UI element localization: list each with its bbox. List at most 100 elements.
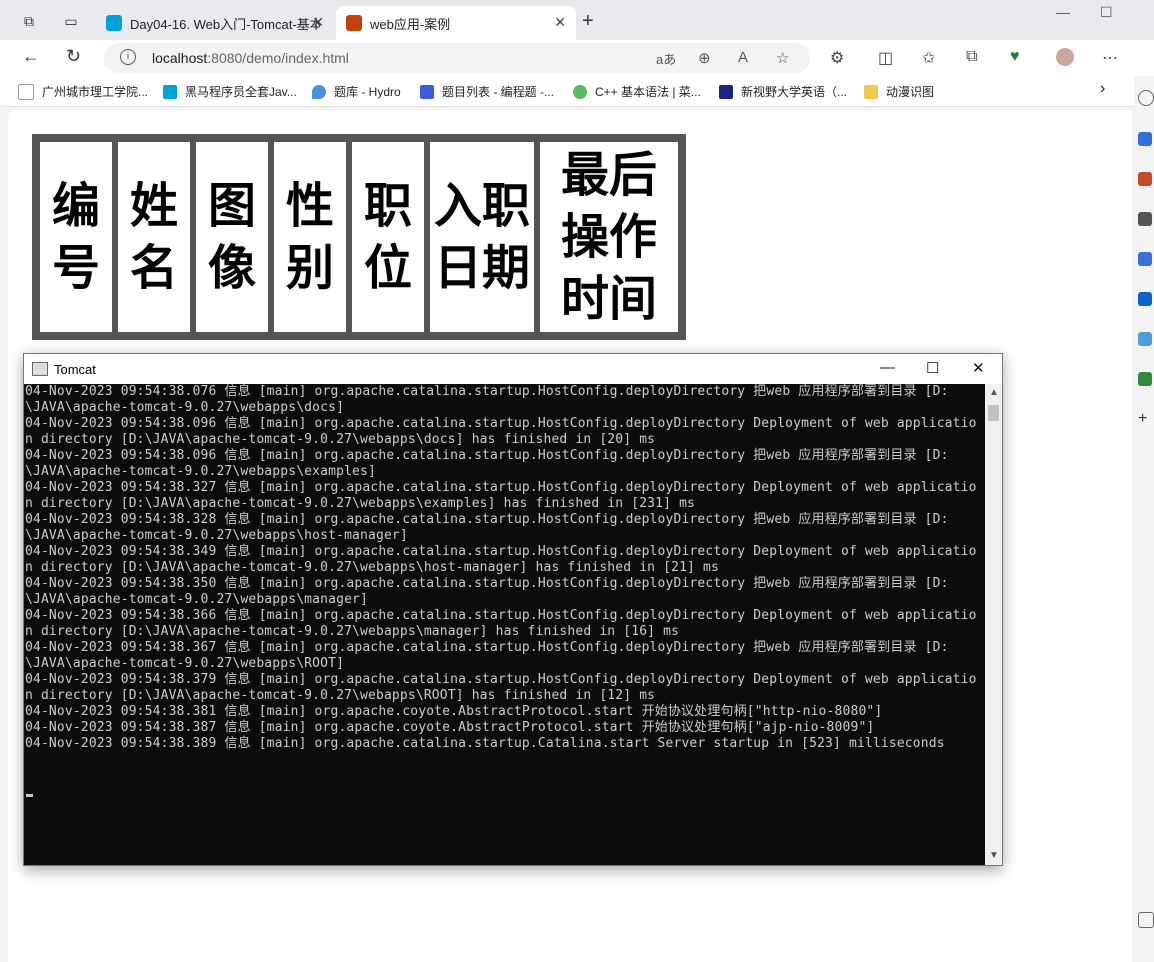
favorite-star-icon[interactable]: ☆ <box>776 49 789 67</box>
site-info-icon[interactable]: i <box>120 49 136 65</box>
header-image: 图像 <box>194 140 270 334</box>
more-menu-icon[interactable]: ⋯ <box>1102 48 1118 68</box>
new-tab-icon[interactable]: + <box>582 10 594 33</box>
header-line: 操作 <box>560 209 657 265</box>
browser-essentials-icon[interactable]: ♥ <box>1010 48 1020 66</box>
favorite-label: 黑马程序员全套Jav... <box>185 85 297 99</box>
browser-toolbar: ← ↻ i localhost:8080/demo/index.html aあ … <box>0 40 1154 76</box>
sidebar-settings-icon[interactable] <box>1138 912 1154 928</box>
folder-icon <box>864 84 878 99</box>
favorite-label: 题目列表 - 编程题 -... <box>442 85 554 99</box>
favorite-label: C++ 基本语法 | 菜... <box>595 85 701 99</box>
console-line: 04-Nov-2023 09:54:38.327 信息 [main] org.a… <box>25 480 977 495</box>
console-line: n directory [D:\JAVA\apache-tomcat-9.0.2… <box>25 432 656 447</box>
shopping-icon[interactable] <box>1138 172 1152 186</box>
favorite-label: 新视野大学英语（... <box>741 85 848 99</box>
scroll-up-arrow-icon[interactable]: ▲ <box>989 387 999 398</box>
profile-avatar[interactable] <box>1056 48 1074 66</box>
console-line: 04-Nov-2023 09:54:38.076 信息 [main] org.a… <box>25 384 949 399</box>
console-line: n directory [D:\JAVA\apache-tomcat-9.0.2… <box>25 560 719 575</box>
header-position: 职位 <box>350 140 426 334</box>
console-line: \JAVA\apache-tomcat-9.0.27\webapps\docs] <box>25 400 345 415</box>
close-tab-icon[interactable]: ✕ <box>312 14 324 31</box>
tab-web-app[interactable]: web应用-案例 ✕ <box>336 6 576 40</box>
console-line: n directory [D:\JAVA\apache-tomcat-9.0.2… <box>25 624 680 639</box>
favorites-icon[interactable]: ✩ <box>922 48 935 68</box>
close-icon[interactable]: ✕ <box>972 359 985 377</box>
zoom-icon[interactable]: ⊕ <box>698 49 711 67</box>
unipus-icon <box>719 84 733 99</box>
console-app-icon <box>32 362 48 376</box>
drop-icon[interactable] <box>1138 332 1152 346</box>
favorite-item[interactable]: 题库 - Hydro <box>312 83 401 100</box>
tomcat-titlebar[interactable]: Tomcat — ☐ ✕ <box>24 354 1002 384</box>
read-aloud-icon[interactable]: aあ <box>656 49 676 68</box>
favorite-folder[interactable]: 动漫识图 <box>864 83 934 100</box>
header-hire-date: 入职 日期 <box>428 140 536 334</box>
back-icon[interactable]: ← <box>22 46 40 67</box>
tab-actions-icon[interactable]: ▭ <box>62 12 80 30</box>
bookmark-icon <box>420 84 434 99</box>
header-name: 姓名 <box>116 140 192 334</box>
favorite-item[interactable]: 广州城市理工学院... <box>18 83 148 100</box>
header-line: 名 <box>129 240 178 296</box>
outlook-icon[interactable] <box>1138 292 1152 306</box>
tree-icon[interactable] <box>1138 372 1152 386</box>
console-cursor <box>26 794 33 797</box>
chevron-right-icon[interactable]: › <box>1100 80 1105 98</box>
favorite-item[interactable]: C++ 基本语法 | 菜... <box>573 83 701 100</box>
console-line: 04-Nov-2023 09:54:38.367 信息 [main] org.a… <box>25 640 949 655</box>
url-path: :8080/demo/index.html <box>207 50 349 66</box>
console-line: 04-Nov-2023 09:54:38.379 信息 [main] org.a… <box>25 672 977 687</box>
workspaces-icon[interactable]: ⧉ <box>20 12 38 30</box>
favorite-label: 题库 - Hydro <box>334 85 401 99</box>
console-output[interactable]: 04-Nov-2023 09:54:38.076 信息 [main] org.a… <box>24 384 985 865</box>
favorite-item[interactable]: 黑马程序员全套Jav... <box>163 83 297 100</box>
console-line: \JAVA\apache-tomcat-9.0.27\webapps\ROOT] <box>25 656 345 671</box>
search-icon[interactable] <box>1138 90 1154 106</box>
console-line: 04-Nov-2023 09:54:38.366 信息 [main] org.a… <box>25 608 977 623</box>
close-tab-icon[interactable]: ✕ <box>554 14 566 31</box>
split-screen-icon[interactable]: ◫ <box>878 48 893 68</box>
bilibili-icon <box>163 84 177 99</box>
address-bar[interactable]: i localhost:8080/demo/index.html aあ ⊕ A … <box>104 43 810 73</box>
refresh-icon[interactable]: ↻ <box>66 46 81 67</box>
favorites-bar: 广州城市理工学院... 黑马程序员全套Jav... 题库 - Hydro 题目列… <box>0 76 1154 107</box>
droplet-icon <box>312 84 326 99</box>
header-gender: 性别 <box>272 140 348 334</box>
console-line: n directory [D:\JAVA\apache-tomcat-9.0.2… <box>25 496 696 511</box>
extensions-icon[interactable]: ⚙ <box>830 48 844 68</box>
collections-icon[interactable]: ⧉ <box>966 48 977 66</box>
scroll-down-arrow-icon[interactable]: ▼ <box>989 850 999 861</box>
tomcat-console-window[interactable]: Tomcat — ☐ ✕ 04-Nov-2023 09:54:38.076 信息… <box>23 353 1003 866</box>
header-line: 别 <box>285 240 334 296</box>
tab-day04[interactable]: Day04-16. Web入门-Tomcat-基本 ✕ <box>96 6 334 40</box>
header-line: 像 <box>207 240 256 296</box>
scroll-thumb[interactable] <box>988 405 999 421</box>
maximize-icon[interactable]: ☐ <box>926 359 939 377</box>
tab-title: web应用-案例 <box>370 16 451 32</box>
favorite-item[interactable]: 题目列表 - 编程题 -... <box>420 83 554 100</box>
read-aloud-a-icon[interactable]: A <box>738 49 748 66</box>
console-line: 04-Nov-2023 09:54:38.381 信息 [main] org.a… <box>25 704 883 719</box>
maximize-icon[interactable]: ☐ <box>1100 4 1113 21</box>
console-line: 04-Nov-2023 09:54:38.389 信息 [main] org.a… <box>25 736 945 751</box>
employee-table: 编号 姓名 图像 性别 职位 入职 日期 最后 操作 时间 <box>32 134 686 340</box>
header-line: 号 <box>51 240 100 296</box>
minimize-icon[interactable]: — <box>880 359 895 376</box>
tools-icon[interactable] <box>1138 212 1152 226</box>
add-icon[interactable]: + <box>1138 411 1152 427</box>
page-favicon-icon <box>346 15 362 31</box>
favorite-item[interactable]: 新视野大学英语（... <box>719 83 847 100</box>
games-icon[interactable] <box>1138 252 1152 266</box>
table-header-row: 编号 姓名 图像 性别 职位 入职 日期 最后 操作 时间 <box>38 140 680 334</box>
url-text[interactable]: localhost:8080/demo/index.html <box>152 50 349 66</box>
minimize-icon[interactable]: — <box>1056 4 1070 20</box>
tab-title: Day04-16. Web入门-Tomcat-基本 <box>130 16 320 32</box>
header-line: 日期 <box>434 240 531 296</box>
header-line: 图 <box>207 178 256 234</box>
console-scrollbar[interactable]: ▲ ▼ <box>985 384 1002 865</box>
header-line: 编 <box>51 178 100 234</box>
bilibili-icon <box>106 15 122 31</box>
copilot-icon[interactable] <box>1138 132 1152 146</box>
